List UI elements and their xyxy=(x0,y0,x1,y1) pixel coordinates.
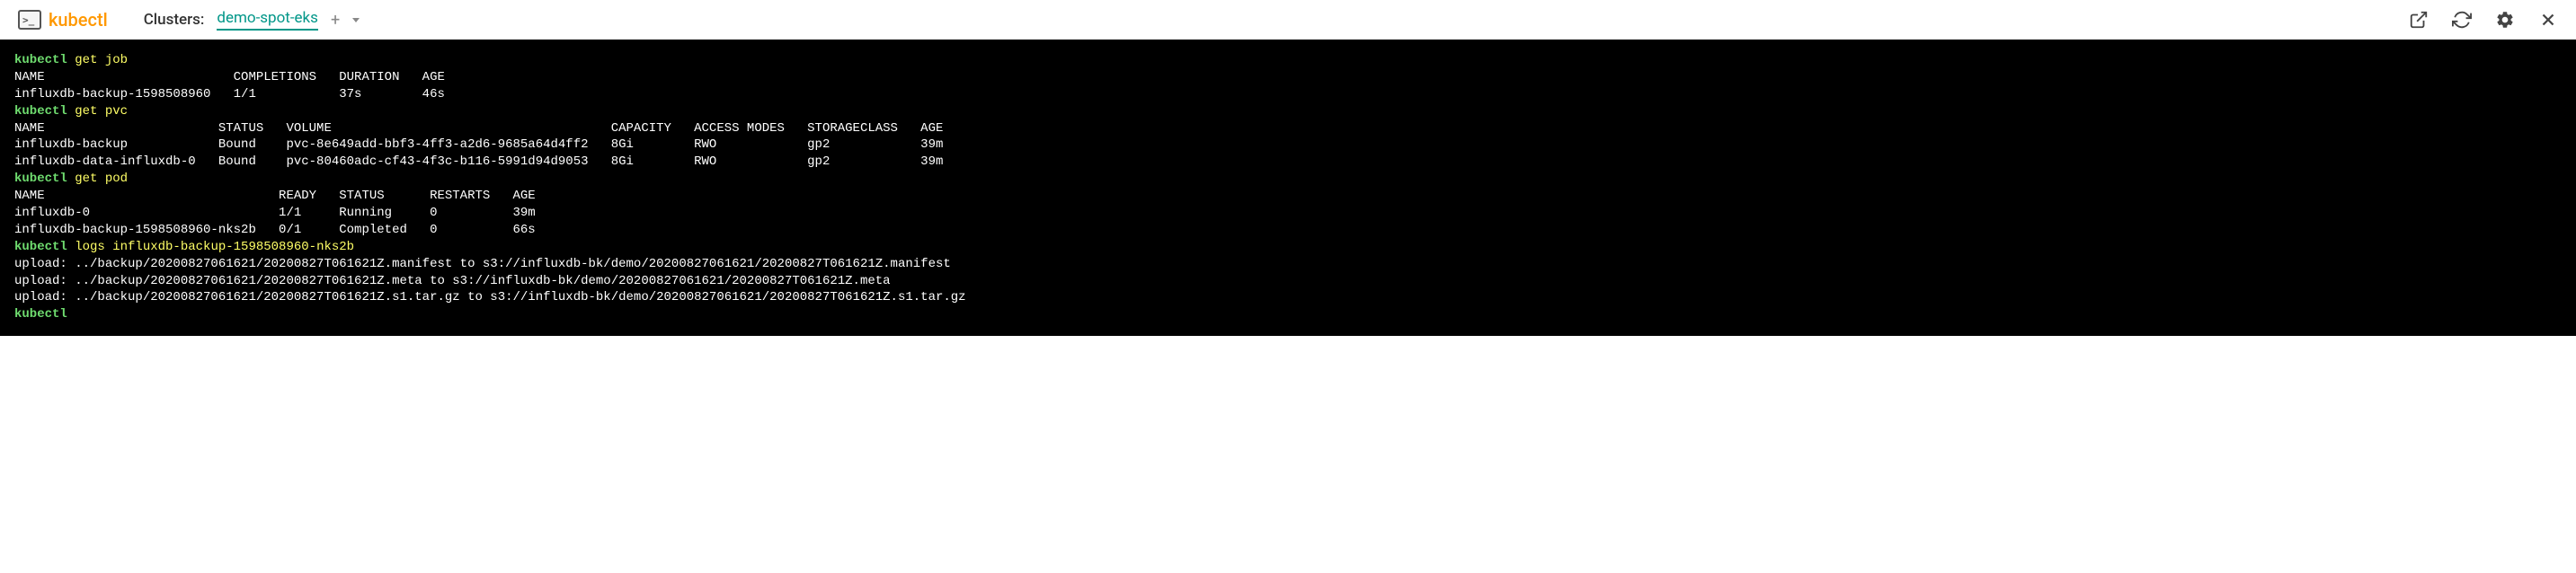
prompt-current[interactable]: kubectl xyxy=(14,307,67,322)
terminal-output[interactable]: kubectl get job NAME COMPLETIONS DURATIO… xyxy=(0,40,2576,336)
open-in-new-icon[interactable] xyxy=(2409,10,2429,30)
active-cluster-tab[interactable]: demo-spot-eks xyxy=(217,9,318,31)
prompt: kubectl xyxy=(14,240,67,254)
refresh-icon[interactable] xyxy=(2452,10,2472,30)
app-logo-text: kubectl xyxy=(49,9,108,31)
command-args: logs influxdb-backup-1598508960-nks2b xyxy=(75,240,354,254)
clusters-selector: Clusters: demo-spot-eks + xyxy=(144,9,360,31)
table-row: influxdb-data-influxdb-0 Bound pvc-80460… xyxy=(14,154,943,169)
terminal-icon: >_ xyxy=(18,10,41,30)
log-line: upload: ../backup/20200827061621/2020082… xyxy=(14,257,951,271)
command-args: get pvc xyxy=(75,104,128,119)
table-header: NAME STATUS VOLUME CAPACITY ACCESS MODES… xyxy=(14,121,943,136)
log-line: upload: ../backup/20200827061621/2020082… xyxy=(14,290,966,304)
command-args: get pod xyxy=(75,172,128,186)
table-header: NAME COMPLETIONS DURATION AGE xyxy=(14,70,445,84)
header-left-group: >_ kubectl Clusters: demo-spot-eks + xyxy=(18,9,360,31)
close-icon[interactable] xyxy=(2538,10,2558,30)
gear-icon[interactable] xyxy=(2495,10,2515,30)
log-line: upload: ../backup/20200827061621/2020082… xyxy=(14,274,891,288)
app-header: >_ kubectl Clusters: demo-spot-eks + xyxy=(0,0,2576,40)
prompt: kubectl xyxy=(14,172,67,186)
table-row: influxdb-backup Bound pvc-8e649add-bbf3-… xyxy=(14,137,943,152)
prompt: kubectl xyxy=(14,53,67,67)
app-logo[interactable]: >_ kubectl xyxy=(18,9,108,31)
table-row: influxdb-backup-1598508960 1/1 37s 46s xyxy=(14,87,445,101)
add-cluster-button[interactable]: + xyxy=(331,11,340,30)
command-args: get job xyxy=(75,53,128,67)
header-right-group xyxy=(2409,10,2558,30)
table-header: NAME READY STATUS RESTARTS AGE xyxy=(14,189,536,203)
chevron-down-icon[interactable] xyxy=(352,18,360,22)
clusters-label: Clusters: xyxy=(144,11,205,29)
table-row: influxdb-backup-1598508960-nks2b 0/1 Com… xyxy=(14,223,536,237)
table-row: influxdb-0 1/1 Running 0 39m xyxy=(14,206,536,220)
prompt: kubectl xyxy=(14,104,67,119)
